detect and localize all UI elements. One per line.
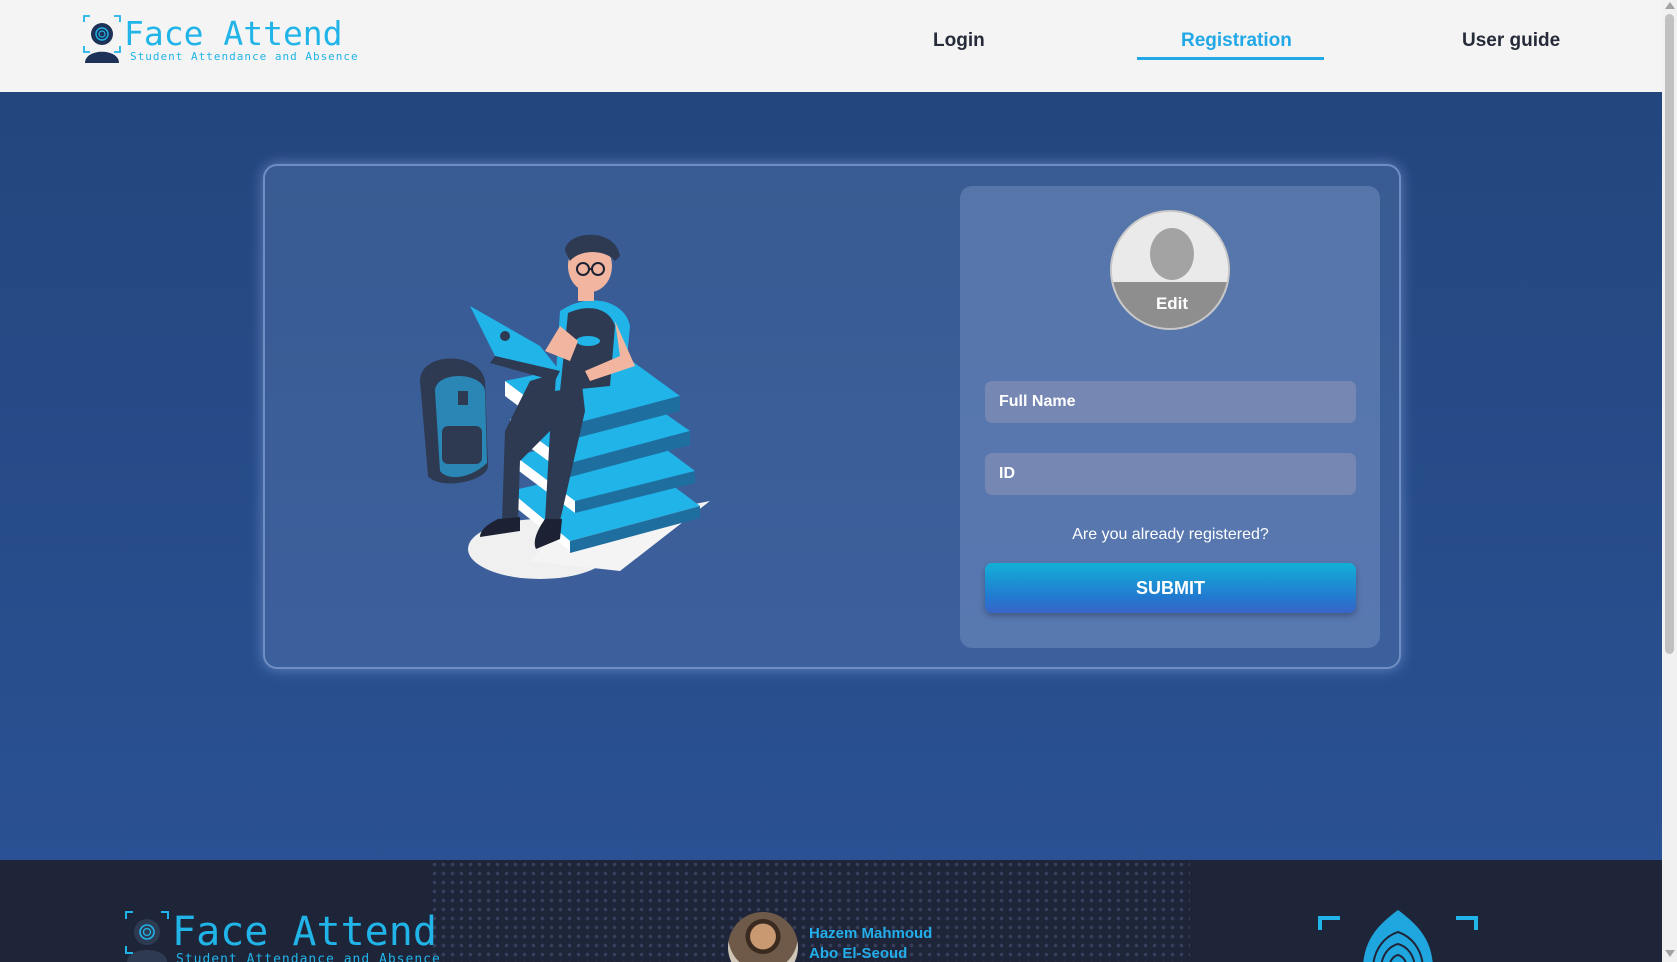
nav-active-indicator [1137,57,1324,60]
face-logo-icon [125,911,169,962]
nav-user-guide[interactable]: User guide [1462,30,1560,52]
page: Face Attend Student Attendance and Absen… [0,0,1662,962]
full-name-input[interactable] [985,381,1356,423]
logo-brand-text: Face Attend [124,14,343,53]
registration-card: Edit Are you already registered? SUBMIT [263,164,1401,669]
nav-login[interactable]: Login [933,30,985,52]
scrollbar-thumb[interactable] [1665,14,1674,654]
face-logo-icon [83,15,121,63]
scroll-up-icon[interactable] [1665,2,1675,9]
avatar-upload[interactable]: Edit [1110,210,1230,330]
main-section: Edit Are you already registered? SUBMIT [0,92,1662,860]
nav-registration[interactable]: Registration [1181,30,1292,52]
id-input[interactable] [985,453,1356,495]
footer-logo-brand: Face Attend [172,909,437,955]
already-registered-link[interactable]: Are you already registered? [985,526,1356,544]
logo-tagline: Student Attendance and Absence [130,50,359,63]
developer-name[interactable]: Hazem Mahmoud Abo El-Seoud [809,924,932,962]
header: Face Attend Student Attendance and Absen… [0,0,1662,92]
submit-button[interactable]: SUBMIT [985,563,1356,613]
scroll-down-icon[interactable] [1665,950,1675,957]
fingerprint-icon [1318,910,1478,962]
avatar-edit-label: Edit [1155,294,1189,313]
vertical-scrollbar[interactable] [1662,0,1677,962]
registration-form: Edit Are you already registered? SUBMIT [960,186,1380,648]
student-illustration [420,234,710,579]
developer-name-line2: Abo El-Seoud [809,945,908,962]
footer: Face Attend Student Attendance and Absen… [0,860,1662,962]
footer-logo-tagline: Student Attendance and Absence [176,952,441,962]
header-logo[interactable]: Face Attend Student Attendance and Absen… [82,14,358,64]
developer-name-line1: Hazem Mahmoud [809,925,933,942]
